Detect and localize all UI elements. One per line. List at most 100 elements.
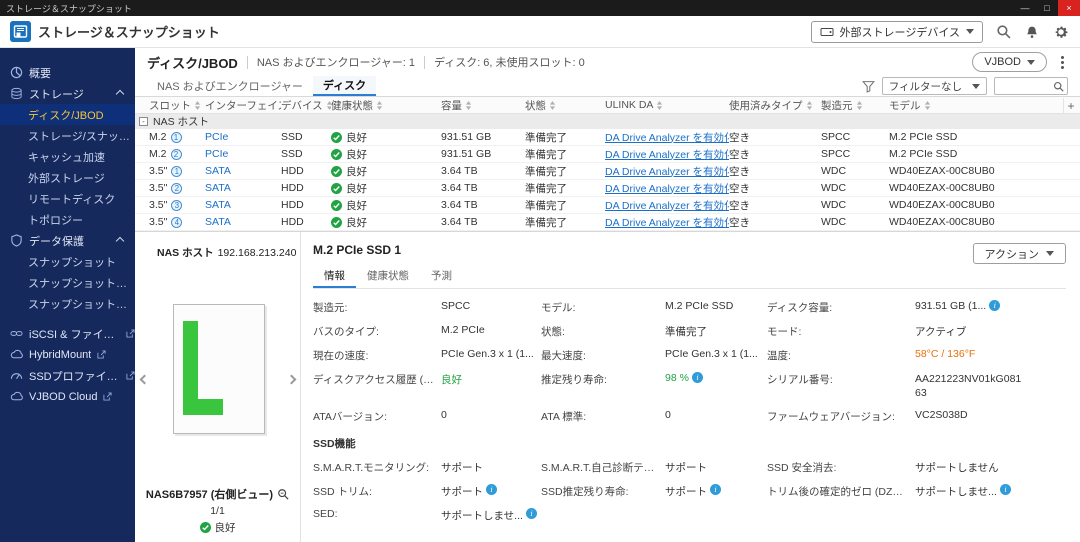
column-header-device[interactable]: デバイス [281, 98, 331, 113]
bottom-panel: NAS ホスト 192.168.213.240 NAS6B7957 (右側ビュー)… [135, 231, 1080, 542]
sidebar-item-overview[interactable]: 概要 [0, 62, 135, 83]
cell-capacity: 3.64 TB [441, 165, 478, 177]
cell-interface: PCIe [205, 131, 229, 143]
maximize-button[interactable]: □ [1036, 0, 1058, 16]
sidebar-item-ssd-profiling[interactable]: SSDプロファイリング... [0, 365, 135, 386]
info-icon[interactable]: i [999, 484, 1011, 496]
sidebar: 概要 ストレージ ディスク/JBOD ストレージ/スナップショ... キャッシュ… [0, 48, 135, 542]
sidebar-item-snapshot[interactable]: スナップショット [0, 251, 135, 272]
health-check-icon [331, 132, 342, 143]
table-row[interactable]: 3.5" 1 SATA HDD 良好 3.64 TB 準備完了 DA Drive… [135, 163, 1080, 180]
da-analyzer-link[interactable]: DA Drive Analyzer を有効化 [605, 200, 729, 212]
sidebar-item-remote-disk[interactable]: リモートディスク [0, 188, 135, 209]
column-header-model[interactable]: モデル [889, 98, 1080, 113]
column-header-status[interactable]: 状態 [525, 98, 605, 113]
vjbod-button-label: VJBOD [984, 56, 1021, 68]
table-row[interactable]: M.2 2 PCIe SSD 良好 931.51 GB 準備完了 DA Driv… [135, 146, 1080, 163]
sidebar-item-label: 概要 [29, 67, 51, 80]
column-header-slot[interactable]: スロット [135, 98, 205, 113]
sidebar-item-label: HybridMount [29, 348, 92, 361]
table-group-row[interactable]: - NAS ホスト [135, 114, 1080, 129]
cell-status: 準備完了 [525, 199, 567, 212]
info-icon[interactable]: i [710, 484, 721, 496]
field-value: PCIe Gen.3 x 1 (1... [441, 348, 534, 360]
minimize-button[interactable]: — [1014, 0, 1036, 16]
cell-vendor: WDC [821, 182, 847, 194]
nas-chassis-image[interactable] [173, 304, 265, 434]
cell-used-type: 空き [729, 199, 750, 212]
search-input[interactable] [998, 80, 1053, 92]
add-column-button[interactable]: + [1063, 98, 1078, 113]
info-icon[interactable]: i [525, 508, 537, 520]
external-storage-device-button[interactable]: 外部ストレージデバイス [810, 20, 983, 43]
sidebar-item-storage-snapshot[interactable]: ストレージ/スナップショ... [0, 125, 135, 146]
zoom-icon[interactable] [277, 488, 289, 500]
column-header-capacity[interactable]: 容量 [441, 98, 525, 113]
da-analyzer-link[interactable]: DA Drive Analyzer を有効化 [605, 217, 729, 229]
more-options-icon[interactable] [1061, 60, 1064, 64]
sidebar-item-cache-acceleration[interactable]: キャッシュ加速 [0, 146, 135, 167]
sidebar-item-vjbod-cloud[interactable]: VJBOD Cloud [0, 386, 135, 407]
chevron-down-icon [972, 83, 980, 89]
vjbod-button[interactable]: VJBOD [972, 52, 1047, 72]
sidebar-item-snapshot-vault[interactable]: スナップショットボールト [0, 293, 135, 314]
search-icon[interactable] [1053, 81, 1064, 92]
info-icon[interactable]: i [989, 300, 1001, 311]
column-header-ulink[interactable]: ULINK DA [605, 99, 729, 111]
field-value: SPCC [441, 300, 471, 312]
sidebar-section-data-protection[interactable]: データ保護 [0, 230, 135, 251]
cell-used-type: 空き [729, 131, 750, 144]
tab-nas-enclosure[interactable]: NAS およびエンクロージャー [147, 76, 313, 96]
column-header-interface[interactable]: インターフェイス [205, 98, 281, 113]
sidebar-item-hybridmount[interactable]: HybridMount [0, 344, 135, 365]
health-check-icon [200, 522, 211, 533]
sidebar-item-topology[interactable]: トポロジー [0, 209, 135, 230]
sidebar-item-iscsi-fiber[interactable]: iSCSI & ファイバー... [0, 323, 135, 344]
filter-dropdown[interactable]: フィルターなし [881, 77, 987, 95]
column-header-vendor[interactable]: 製造元 [821, 98, 889, 113]
settings-button[interactable] [1052, 23, 1070, 41]
page-header: ディスク/JBOD NAS およびエンクロージャー: 1 ディスク: 6, 未使… [135, 48, 1080, 76]
nas-name: NAS6B7957 (右側ビュー) [145, 489, 274, 501]
cell-device: SSD [281, 131, 303, 143]
field-value-serial: AA221223NV01kG08163 [915, 373, 1022, 400]
carousel-next-button[interactable] [284, 370, 298, 388]
nas-host-line: NAS ホスト 192.168.213.240 [157, 245, 300, 260]
table-row[interactable]: 3.5" 2 SATA HDD 良好 3.64 TB 準備完了 DA Drive… [135, 180, 1080, 197]
nas-host-label: NAS ホスト [157, 247, 214, 259]
cell-used-type: 空き [729, 182, 750, 195]
field-value: 0 [441, 409, 447, 422]
info-icon[interactable]: i [691, 372, 703, 383]
da-analyzer-link[interactable]: DA Drive Analyzer を有効化 [605, 149, 729, 161]
da-analyzer-link[interactable]: DA Drive Analyzer を有効化 [605, 132, 729, 144]
cell-capacity: 3.64 TB [441, 182, 478, 194]
table-row[interactable]: M.2 1 PCIe SSD 良好 931.51 GB 準備完了 DA Driv… [135, 129, 1080, 146]
cell-capacity: 3.64 TB [441, 199, 478, 211]
tab-bar: NAS およびエンクロージャー ディスク フィルターなし [135, 76, 1080, 97]
sidebar-item-external-storage[interactable]: 外部ストレージ [0, 167, 135, 188]
sidebar-item-disk-jbod[interactable]: ディスク/JBOD [0, 104, 135, 125]
tab-info[interactable]: 情報 [313, 265, 356, 288]
action-button[interactable]: アクション [972, 243, 1066, 264]
collapse-icon[interactable]: - [139, 117, 148, 126]
tab-health[interactable]: 健康状態 [356, 265, 420, 288]
tab-prediction[interactable]: 予測 [420, 265, 463, 288]
table-row[interactable]: 3.5" 4 SATA HDD 良好 3.64 TB 準備完了 DA Drive… [135, 214, 1080, 231]
info-icon[interactable]: i [486, 484, 497, 496]
nas-health-label: 良好 [214, 522, 236, 534]
close-button[interactable]: × [1058, 0, 1080, 16]
notification-button[interactable] [1023, 23, 1041, 41]
column-header-used-type[interactable]: 使用済みタイプ [729, 98, 821, 113]
da-analyzer-link[interactable]: DA Drive Analyzer を有効化 [605, 183, 729, 195]
tab-disk[interactable]: ディスク [312, 76, 377, 96]
filter-icon[interactable] [862, 80, 875, 93]
chevron-up-icon [115, 236, 125, 245]
sort-icon [376, 101, 383, 110]
sidebar-item-snapshot-replica[interactable]: スナップショットレプリカ [0, 272, 135, 293]
carousel-prev-button[interactable] [137, 370, 151, 388]
column-header-health[interactable]: 健康状態 [331, 98, 441, 113]
da-analyzer-link[interactable]: DA Drive Analyzer を有効化 [605, 166, 729, 178]
sidebar-section-storage[interactable]: ストレージ [0, 83, 135, 104]
table-row[interactable]: 3.5" 3 SATA HDD 良好 3.64 TB 準備完了 DA Drive… [135, 197, 1080, 214]
global-search-button[interactable] [994, 23, 1012, 41]
